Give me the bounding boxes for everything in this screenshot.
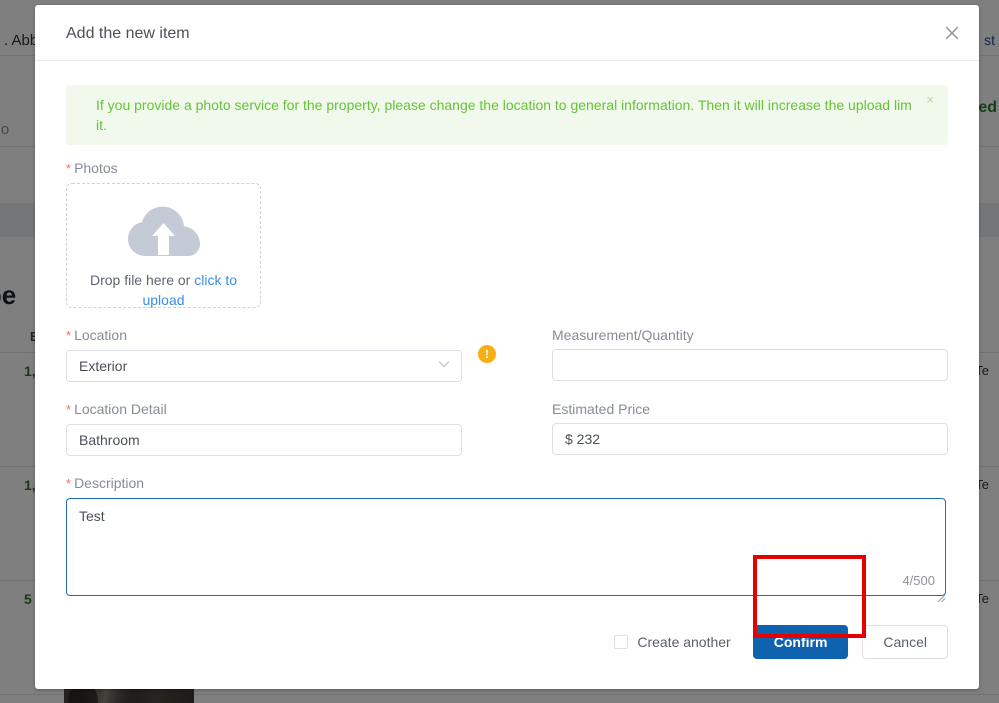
- photos-label: * Photos: [66, 159, 948, 178]
- required-asterisk: *: [66, 161, 72, 176]
- dialog-header: Add the new item: [35, 5, 979, 61]
- location-detail-input[interactable]: [66, 424, 462, 456]
- detail-price-row: *Location Detail Estimated Price: [66, 400, 948, 456]
- cancel-button[interactable]: Cancel: [862, 625, 948, 659]
- estimated-price-input[interactable]: [552, 423, 948, 455]
- measurement-label: Measurement/Quantity: [552, 326, 948, 344]
- info-alert: If you provide a photo service for the p…: [66, 85, 948, 145]
- add-new-item-dialog: Add the new item If you provide a photo …: [35, 5, 979, 689]
- close-icon[interactable]: [942, 23, 962, 43]
- required-asterisk: *: [66, 328, 72, 343]
- item-form: * Photos Drop file here or click to uploa…: [66, 145, 948, 603]
- warning-icon[interactable]: !: [478, 345, 496, 363]
- alert-close-icon[interactable]: ×: [926, 93, 934, 107]
- location-detail-field: * Location Detail: [66, 400, 462, 456]
- location-select[interactable]: Exterior: [66, 350, 462, 382]
- upload-instruction-text: Drop file here or click to upload: [81, 270, 246, 310]
- estimated-price-label-text: Estimated Price: [552, 401, 651, 417]
- location-field: * Location Exterior !: [66, 326, 496, 382]
- checkbox-box: [614, 635, 629, 649]
- confirm-button[interactable]: Confirm: [752, 625, 849, 659]
- cloud-upload-icon: [127, 206, 201, 265]
- footer-actions: Create another Confirm Cancel: [614, 625, 948, 659]
- chevron-down-icon: [437, 351, 451, 381]
- description-field: *Description 4/500: [66, 474, 948, 603]
- photos-field: * Photos Drop file here or click to uploa…: [66, 159, 948, 308]
- estimated-price-field: Estimated Price: [552, 400, 948, 456]
- location-label: * Location: [66, 326, 462, 345]
- create-another-checkbox[interactable]: Create another: [614, 634, 731, 650]
- description-label: * Description: [66, 474, 948, 493]
- description-textarea[interactable]: [66, 498, 946, 596]
- dialog-footer: Create another Confirm Cancel: [35, 601, 979, 689]
- create-another-label: Create another: [637, 634, 731, 650]
- location-detail-label: * Location Detail: [66, 400, 462, 419]
- measurement-input[interactable]: [552, 349, 948, 381]
- upload-drop-text: Drop file here or: [89, 272, 195, 288]
- location-label-text: Location: [74, 327, 127, 343]
- location-select-value: Exterior: [79, 358, 128, 374]
- location-measurement-row: * Location Exterior ! Measurement/Quanti…: [66, 326, 948, 382]
- description-label-text: Description: [74, 475, 145, 491]
- measurement-label-text: Measurement/Quantity: [552, 327, 694, 343]
- description-char-counter: 4/500: [902, 573, 935, 588]
- dialog-body: If you provide a photo service for the p…: [35, 61, 979, 603]
- photo-upload-dropzone[interactable]: Drop file here or click to upload: [66, 183, 261, 308]
- estimated-price-label: Estimated Price: [552, 400, 948, 418]
- required-asterisk: *: [66, 402, 72, 417]
- page-root: . Abb st diati operi d / o ed ope E D 1,…: [0, 0, 999, 703]
- dialog-title: Add the new item: [66, 25, 190, 42]
- photos-label-text: Photos: [74, 160, 118, 176]
- measurement-field: Measurement/Quantity: [552, 326, 948, 382]
- required-asterisk: *: [66, 476, 72, 491]
- location-detail-label-text: Location Detail: [74, 401, 167, 417]
- alert-message: If you provide a photo service for the p…: [96, 97, 912, 133]
